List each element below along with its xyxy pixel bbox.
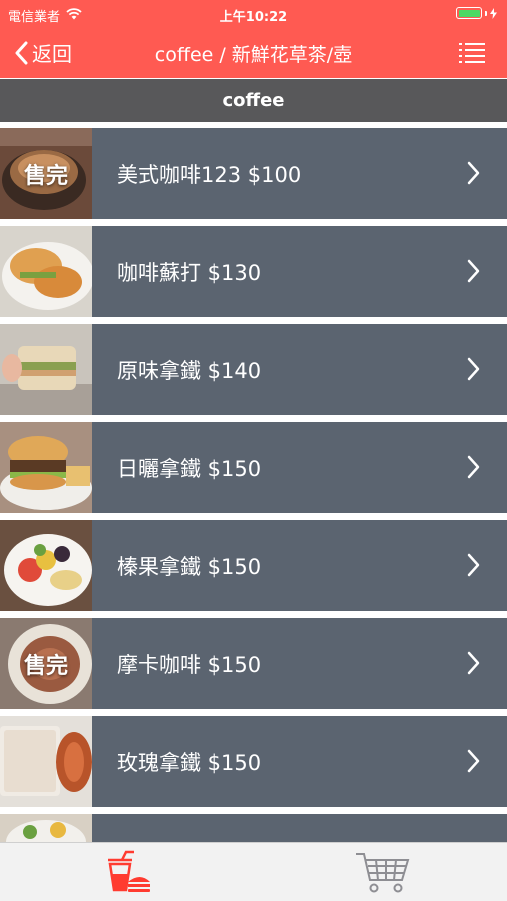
section-header: coffee <box>0 79 507 122</box>
food-thumbnail <box>0 716 92 807</box>
list-item[interactable]: 售完 摩卡咖啡 $150 <box>0 618 507 709</box>
chevron-right-icon <box>467 161 480 185</box>
list-item[interactable]: 日曬拿鐵 $150 <box>0 422 507 513</box>
item-label: 摩卡咖啡 $150 <box>117 653 262 677</box>
list-item[interactable]: 榛果拿鐵 $150 <box>0 520 507 611</box>
list-item[interactable] <box>0 814 507 842</box>
chevron-right-icon <box>467 651 480 675</box>
chevron-left-icon <box>15 41 28 64</box>
sold-out-badge: 售完 <box>23 163 68 189</box>
food-thumbnail <box>0 324 92 415</box>
battery-level <box>458 9 480 17</box>
tab-menu[interactable] <box>98 849 158 895</box>
chevron-right-icon <box>467 749 480 773</box>
item-label: 榛果拿鐵 $150 <box>117 555 262 579</box>
status-time: 上午10:22 <box>219 10 288 25</box>
list-item[interactable]: 玫瑰拿鐵 $150 <box>0 716 507 807</box>
page-title: coffee / 新鮮花草茶/壺 <box>154 44 353 66</box>
item-label: 原味拿鐵 $140 <box>117 359 262 383</box>
food-thumbnail <box>0 422 92 513</box>
chevron-right-icon <box>467 455 480 479</box>
tab-cart[interactable] <box>352 849 412 895</box>
list-icon[interactable] <box>459 41 485 67</box>
list-item[interactable]: 咖啡蘇打 $130 <box>0 226 507 317</box>
battery-icon <box>456 7 497 19</box>
item-label: 日曬拿鐵 $150 <box>117 457 262 481</box>
navigation-bar: 返回 coffee / 新鮮花草茶/壺 <box>0 28 507 78</box>
status-bar: 電信業者 上午10:22 <box>0 0 507 28</box>
charging-icon <box>490 7 497 19</box>
list-item[interactable]: 售完 美式咖啡123 $100 <box>0 128 507 219</box>
section-title: coffee <box>222 90 285 111</box>
item-label: 美式咖啡123 $100 <box>117 163 302 187</box>
chevron-right-icon <box>467 553 480 577</box>
back-button[interactable]: 返回 <box>14 38 72 67</box>
sold-out-badge: 售完 <box>23 653 68 679</box>
back-label: 返回 <box>32 42 72 66</box>
chevron-right-icon <box>467 259 480 283</box>
cart-icon <box>356 853 410 893</box>
food-thumbnail <box>0 520 92 611</box>
food-thumbnail <box>0 226 92 317</box>
item-label: 咖啡蘇打 $130 <box>117 261 262 285</box>
item-label: 玫瑰拿鐵 $150 <box>117 751 262 775</box>
drink-food-icon <box>108 850 150 892</box>
list-item[interactable]: 原味拿鐵 $140 <box>0 324 507 415</box>
chevron-right-icon <box>467 357 480 381</box>
food-thumbnail <box>0 814 92 842</box>
tab-bar <box>0 842 507 901</box>
